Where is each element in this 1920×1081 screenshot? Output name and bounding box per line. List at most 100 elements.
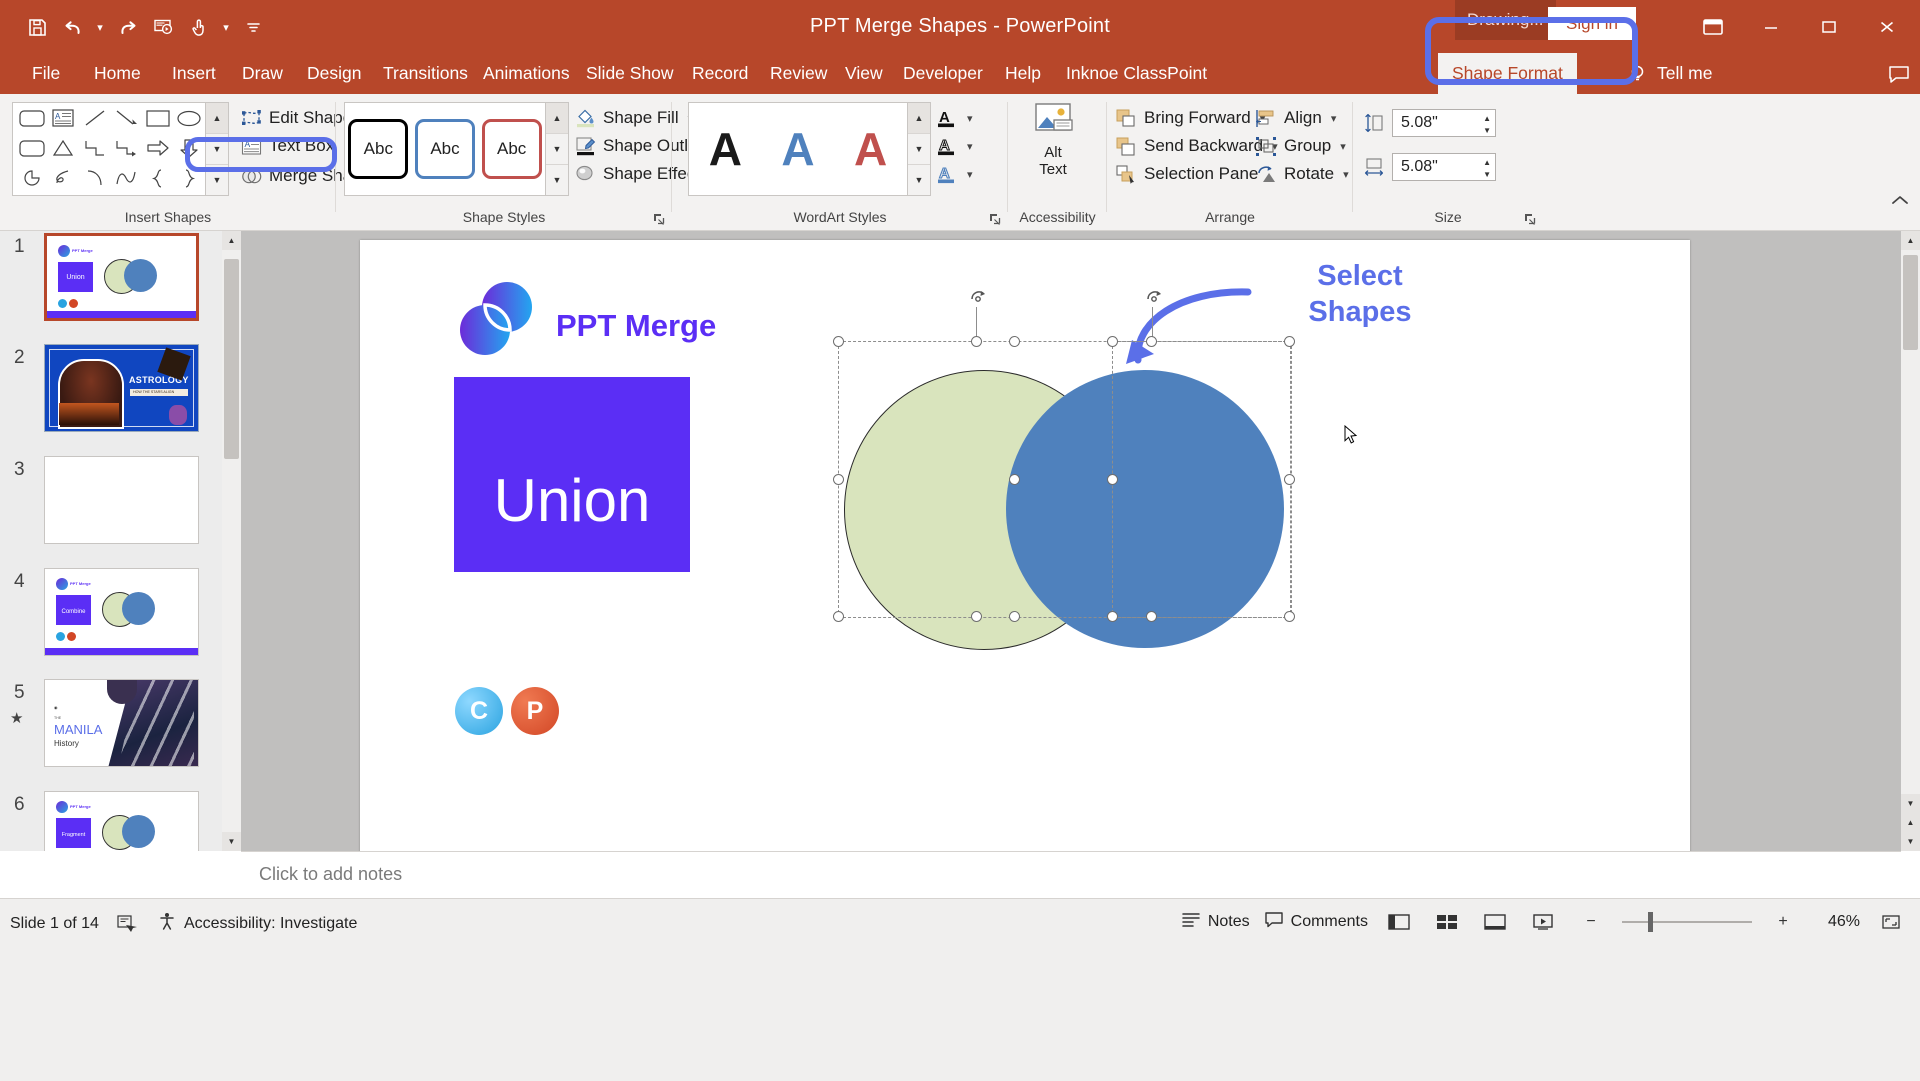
resize-handle-b-bc[interactable] bbox=[1146, 611, 1157, 622]
reading-view-icon[interactable] bbox=[1478, 909, 1512, 935]
close-icon[interactable] bbox=[1858, 0, 1916, 53]
comments-button[interactable]: Comments bbox=[1264, 911, 1368, 933]
shape-arc-icon[interactable] bbox=[79, 164, 111, 192]
tab-file[interactable]: File bbox=[18, 53, 74, 94]
resize-handle-b-bl[interactable] bbox=[1107, 611, 1118, 622]
wordart-dialog-launcher[interactable] bbox=[988, 212, 1002, 226]
thumb-scroll-down-icon[interactable]: ▼ bbox=[222, 832, 241, 851]
shape-line-icon[interactable] bbox=[79, 104, 111, 132]
thumbnail-4[interactable]: PPT Merge Combine bbox=[44, 568, 199, 656]
resize-handle-b-ml[interactable] bbox=[1107, 474, 1118, 485]
wordart-styles-gallery[interactable]: A A A bbox=[688, 102, 908, 196]
maximize-icon[interactable] bbox=[1800, 0, 1858, 53]
normal-view-icon[interactable] bbox=[1382, 909, 1416, 935]
wordart-styles-scroller[interactable]: ▲ ▼ ▼ bbox=[907, 102, 931, 196]
tab-animations[interactable]: Animations bbox=[469, 53, 584, 94]
alt-text-button[interactable]: Alt Text bbox=[1018, 102, 1088, 178]
minimize-icon[interactable] bbox=[1742, 0, 1800, 53]
tab-transitions[interactable]: Transitions bbox=[369, 53, 482, 94]
canvas-scroll-down-icon[interactable]: ▼ bbox=[1901, 794, 1920, 813]
size-dialog-launcher[interactable] bbox=[1523, 212, 1537, 226]
shape-down-arrow-icon[interactable] bbox=[174, 134, 206, 162]
shape-styles-scroller[interactable]: ▲ ▼ ▼ bbox=[545, 102, 569, 196]
thumb-scroll-up-icon[interactable]: ▲ bbox=[222, 231, 241, 250]
shape-right-brace-icon[interactable] bbox=[174, 164, 206, 192]
align-caret-icon[interactable]: ▾ bbox=[1331, 112, 1337, 125]
shapes-more-icon[interactable]: ▼ bbox=[206, 165, 228, 195]
rotate-caret-icon[interactable]: ▾ bbox=[1343, 168, 1349, 181]
shape-rounded-rect2-icon[interactable] bbox=[16, 134, 48, 162]
tab-shape-format[interactable]: Shape Format bbox=[1438, 53, 1577, 94]
ribbon-display-options-icon[interactable] bbox=[1684, 0, 1742, 53]
shapes-scroll-up-icon[interactable]: ▲ bbox=[206, 103, 228, 134]
rotate-button[interactable]: Rotate ▾ bbox=[1255, 160, 1349, 188]
shape-triangle-icon[interactable] bbox=[48, 134, 80, 162]
group-caret-icon[interactable]: ▾ bbox=[1340, 140, 1346, 153]
shape-curve-icon[interactable] bbox=[111, 164, 143, 192]
wordart-preset-2[interactable]: A bbox=[781, 126, 814, 172]
shape-oval-icon[interactable] bbox=[174, 104, 206, 132]
thumb-scroll-thumb[interactable] bbox=[224, 259, 239, 459]
shape-right-arrow-icon[interactable] bbox=[142, 134, 174, 162]
collapse-ribbon-icon[interactable] bbox=[1890, 194, 1910, 212]
notes-pane[interactable]: Click to add notes bbox=[241, 851, 1901, 899]
canvas-scroll-up-icon[interactable]: ▲ bbox=[1901, 231, 1920, 250]
slide-thumbnail-pane[interactable]: 1 PPT Merge Union 2 ASTROLOGY bbox=[0, 231, 223, 851]
selection-pane-button[interactable]: Selection Pane bbox=[1115, 160, 1278, 188]
resize-handle-b-br[interactable] bbox=[1284, 611, 1295, 622]
shape-styles-scroll-down-icon[interactable]: ▼ bbox=[546, 134, 568, 165]
thumbnail-3[interactable] bbox=[44, 456, 199, 544]
shape-width-spinner[interactable]: ▲▼ bbox=[1483, 156, 1491, 180]
sign-in-button[interactable]: Sign in bbox=[1548, 7, 1636, 40]
resize-handle-b-mr[interactable] bbox=[1284, 474, 1295, 485]
resize-handle-a-ml[interactable] bbox=[833, 474, 844, 485]
tab-review[interactable]: Review bbox=[756, 53, 841, 94]
resize-handle-a-bc[interactable] bbox=[971, 611, 982, 622]
tab-home[interactable]: Home bbox=[80, 53, 155, 94]
resize-handle-a-tl[interactable] bbox=[833, 336, 844, 347]
canvas-scroll-thumb[interactable] bbox=[1903, 255, 1918, 350]
shape-elbow-arrow-icon[interactable] bbox=[111, 134, 143, 162]
shapes-gallery-scroller[interactable]: ▲ ▼ ▼ bbox=[205, 102, 229, 196]
shape-style-preset-2[interactable]: Abc bbox=[415, 119, 475, 179]
shape-text-box-icon[interactable]: A bbox=[48, 104, 80, 132]
zoom-slider[interactable] bbox=[1622, 909, 1752, 935]
shape-styles-dialog-launcher[interactable] bbox=[652, 212, 666, 226]
text-fill-caret-icon[interactable]: ▾ bbox=[967, 112, 973, 125]
rotate-handle-a[interactable] bbox=[968, 287, 986, 305]
shape-styles-scroll-up-icon[interactable]: ▲ bbox=[546, 103, 568, 134]
bring-forward-button[interactable]: Bring Forward ▾ bbox=[1115, 104, 1278, 132]
wordart-preset-1[interactable]: A bbox=[709, 126, 742, 172]
shapes-gallery[interactable]: A bbox=[12, 102, 206, 196]
shape-arrow-icon[interactable] bbox=[111, 104, 143, 132]
zoom-knob[interactable] bbox=[1648, 912, 1653, 932]
shape-scribble-icon[interactable] bbox=[48, 164, 80, 192]
zoom-out-button[interactable]: − bbox=[1574, 909, 1608, 935]
slide-sorter-icon[interactable] bbox=[1430, 909, 1464, 935]
shape-rounded-rect-icon[interactable] bbox=[16, 104, 48, 132]
thumbnail-1[interactable]: PPT Merge Union bbox=[44, 233, 199, 321]
shape-left-brace-icon[interactable] bbox=[142, 164, 174, 192]
canvas-scrollbar[interactable]: ▲ ▼ ▲ ▼ bbox=[1901, 231, 1920, 851]
group-button[interactable]: Group ▾ bbox=[1255, 132, 1349, 160]
comments-ribbon-icon[interactable] bbox=[1870, 53, 1920, 94]
text-fill-button[interactable]: A ▾ bbox=[936, 104, 973, 132]
zoom-in-button[interactable]: + bbox=[1766, 909, 1800, 935]
shape-rectangle-icon[interactable] bbox=[142, 104, 174, 132]
resize-handle-b-tc[interactable] bbox=[1146, 336, 1157, 347]
next-slide-icon[interactable]: ▼ bbox=[1901, 832, 1920, 851]
tab-view[interactable]: View bbox=[831, 53, 897, 94]
shape-styles-gallery[interactable]: Abc Abc Abc bbox=[344, 102, 546, 196]
resize-handle-a-br[interactable] bbox=[1009, 611, 1020, 622]
text-effects-button[interactable]: A ▾ bbox=[936, 160, 973, 188]
slide-counter[interactable]: Slide 1 of 14 bbox=[10, 915, 99, 933]
shape-elbow-connector-icon[interactable] bbox=[79, 134, 111, 162]
tab-help[interactable]: Help bbox=[991, 53, 1055, 94]
tab-inknoe-classpoint[interactable]: Inknoe ClassPoint bbox=[1052, 53, 1221, 94]
resize-handle-a-tr[interactable] bbox=[1009, 336, 1020, 347]
tab-record[interactable]: Record bbox=[678, 53, 762, 94]
shape-styles-more-icon[interactable]: ▼ bbox=[546, 165, 568, 195]
thumbnail-pane-scrollbar[interactable]: ▲ ▼ bbox=[222, 231, 242, 851]
shape-width-input[interactable]: 5.08" ▲▼ bbox=[1392, 153, 1496, 181]
resize-handle-a-mr[interactable] bbox=[1009, 474, 1020, 485]
